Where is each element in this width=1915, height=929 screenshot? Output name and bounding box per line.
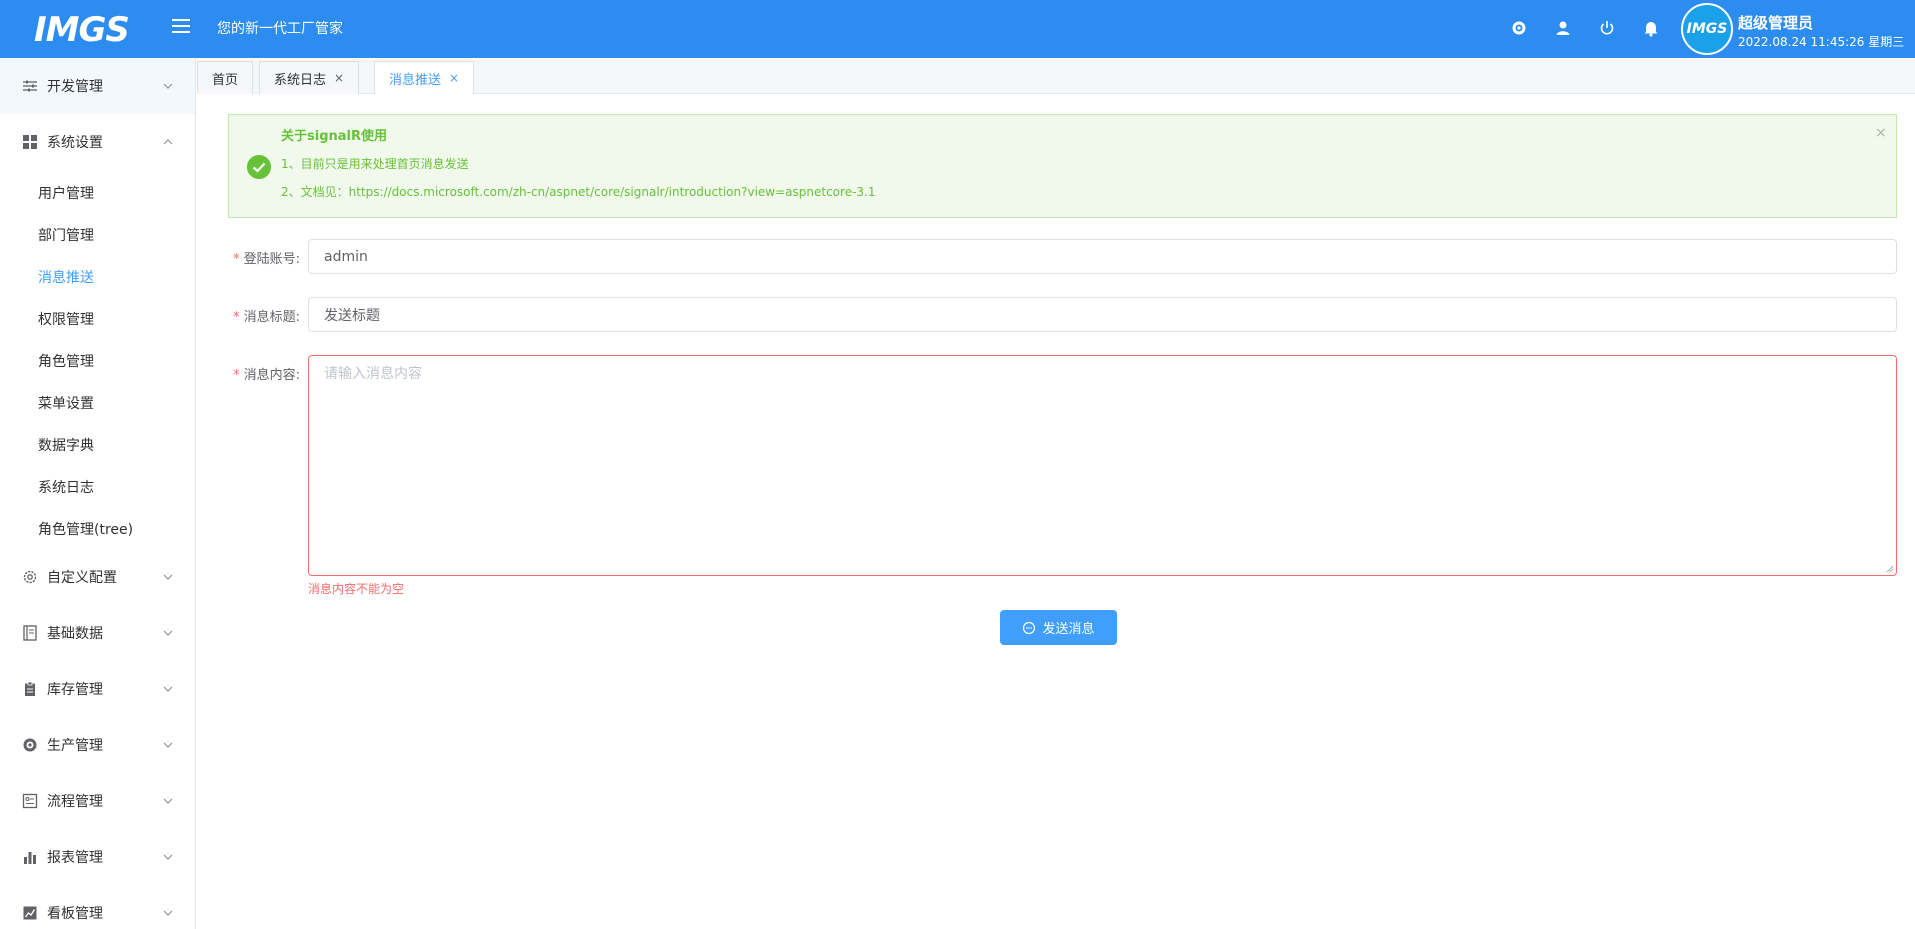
message-content-textarea[interactable]: 请输入消息内容 bbox=[308, 355, 1897, 576]
sidebar-item-users[interactable]: 用户管理 bbox=[0, 171, 195, 213]
sidebar-item-dictionary[interactable]: 数据字典 bbox=[0, 423, 195, 465]
gear-outline-icon bbox=[23, 570, 37, 584]
user-icon[interactable] bbox=[1553, 18, 1573, 38]
send-message-button[interactable]: 发送消息 bbox=[1000, 610, 1117, 645]
sidebar-menu-dev[interactable]: 开发管理 bbox=[0, 58, 195, 114]
sidebar-menu-dashboard[interactable]: 看板管理 bbox=[0, 885, 195, 929]
message-title-input[interactable]: 发送标题 bbox=[308, 297, 1897, 332]
tab-bar: 首页 系统日志 × 消息推送 × bbox=[197, 58, 1915, 94]
sliders-icon bbox=[23, 80, 37, 92]
sidebar-menu-custom-config[interactable]: 自定义配置 bbox=[0, 549, 195, 605]
sidebar-item-system-log[interactable]: 系统日志 bbox=[0, 465, 195, 507]
user-name[interactable]: 超级管理员 bbox=[1738, 12, 1813, 33]
sidebar-menu-label: 看板管理 bbox=[47, 906, 103, 922]
message-content-label: * 消息内容: bbox=[233, 368, 300, 383]
info-alert: 关于signalR使用 1、目前只是用来处理首页消息发送 2、文档见：https… bbox=[228, 114, 1897, 218]
clipboard-icon bbox=[25, 681, 35, 696]
bar-chart-icon bbox=[24, 852, 36, 864]
trend-icon bbox=[23, 906, 37, 920]
bell-icon[interactable] bbox=[1641, 18, 1661, 38]
chevron-down-icon bbox=[163, 910, 173, 916]
grid-icon bbox=[23, 135, 37, 149]
gear-icon[interactable] bbox=[1509, 18, 1529, 38]
chevron-down-icon bbox=[163, 574, 173, 580]
alert-line-1: 1、目前只是用来处理首页消息发送 bbox=[281, 157, 469, 171]
tab-message-push[interactable]: 消息推送 × bbox=[374, 61, 475, 94]
content-error-message: 消息内容不能为空 bbox=[308, 582, 405, 596]
chevron-down-icon bbox=[163, 83, 173, 89]
top-header: IMGS 您的新一代工厂管家 IMGS 超级管理员 2022.08.24 11:… bbox=[0, 0, 1915, 58]
chevron-up-icon bbox=[163, 139, 173, 145]
sidebar-menu-label: 生产管理 bbox=[47, 738, 103, 754]
sidebar-menu-label: 自定义配置 bbox=[47, 570, 117, 586]
chevron-down-icon bbox=[163, 798, 173, 804]
close-icon[interactable]: × bbox=[334, 71, 344, 85]
app-slogan: 您的新一代工厂管家 bbox=[217, 21, 343, 37]
alert-title: 关于signalR使用 bbox=[281, 129, 387, 144]
sidebar-menu-label: 报表管理 bbox=[47, 850, 103, 866]
textarea-placeholder: 请输入消息内容 bbox=[324, 366, 422, 382]
sidebar-menu-inventory[interactable]: 库存管理 bbox=[0, 661, 195, 717]
account-input[interactable]: admin bbox=[308, 239, 1897, 274]
sidebar-menu-label: 开发管理 bbox=[47, 79, 103, 95]
sidebar-item-roles[interactable]: 角色管理 bbox=[0, 339, 195, 381]
sidebar: 开发管理 系统设置 用户管理 部门管理 消息推送 权限管理 角色管理 菜单设置 … bbox=[0, 58, 196, 929]
flow-icon bbox=[22, 793, 38, 809]
avatar[interactable]: IMGS bbox=[1681, 3, 1733, 55]
account-label: * 登陆账号: bbox=[233, 252, 300, 267]
sidebar-item-roles-tree[interactable]: 角色管理(tree) bbox=[0, 507, 195, 549]
sidebar-item-permissions[interactable]: 权限管理 bbox=[0, 297, 195, 339]
sidebar-menu-base-data[interactable]: 基础数据 bbox=[0, 605, 195, 661]
sidebar-item-message-push[interactable]: 消息推送 bbox=[0, 255, 195, 297]
sidebar-item-departments[interactable]: 部门管理 bbox=[0, 213, 195, 255]
cog-icon bbox=[23, 738, 37, 752]
sidebar-menu-label: 系统设置 bbox=[47, 135, 103, 151]
menu-toggle-icon[interactable] bbox=[172, 19, 190, 35]
sidebar-menu-system[interactable]: 系统设置 bbox=[0, 114, 195, 170]
chevron-down-icon bbox=[163, 686, 173, 692]
alert-close-icon[interactable]: × bbox=[1875, 125, 1887, 141]
chevron-down-icon bbox=[163, 742, 173, 748]
app-logo[interactable]: IMGS bbox=[34, 10, 134, 50]
sidebar-item-menu-settings[interactable]: 菜单设置 bbox=[0, 381, 195, 423]
ledger-icon bbox=[23, 625, 37, 641]
close-icon[interactable]: × bbox=[449, 71, 459, 85]
tab-system-log[interactable]: 系统日志 × bbox=[259, 61, 360, 94]
chat-icon bbox=[1023, 621, 1036, 634]
success-check-icon bbox=[247, 155, 271, 179]
chevron-down-icon bbox=[163, 854, 173, 860]
chevron-down-icon bbox=[163, 630, 173, 636]
message-title-label: * 消息标题: bbox=[233, 310, 300, 325]
resize-grip-icon[interactable] bbox=[1886, 565, 1894, 573]
sidebar-menu-reports[interactable]: 报表管理 bbox=[0, 829, 195, 885]
sidebar-menu-label: 基础数据 bbox=[47, 626, 103, 642]
power-icon[interactable] bbox=[1597, 18, 1617, 38]
sidebar-menu-label: 库存管理 bbox=[47, 682, 103, 698]
current-datetime: 2022.08.24 11:45:26 星期三 bbox=[1738, 35, 1905, 49]
tab-home[interactable]: 首页 bbox=[197, 61, 254, 94]
sidebar-menu-workflow[interactable]: 流程管理 bbox=[0, 773, 195, 829]
alert-line-2: 2、文档见：https://docs.microsoft.com/zh-cn/a… bbox=[281, 185, 876, 199]
sidebar-menu-production[interactable]: 生产管理 bbox=[0, 717, 195, 773]
sidebar-menu-label: 流程管理 bbox=[47, 794, 103, 810]
